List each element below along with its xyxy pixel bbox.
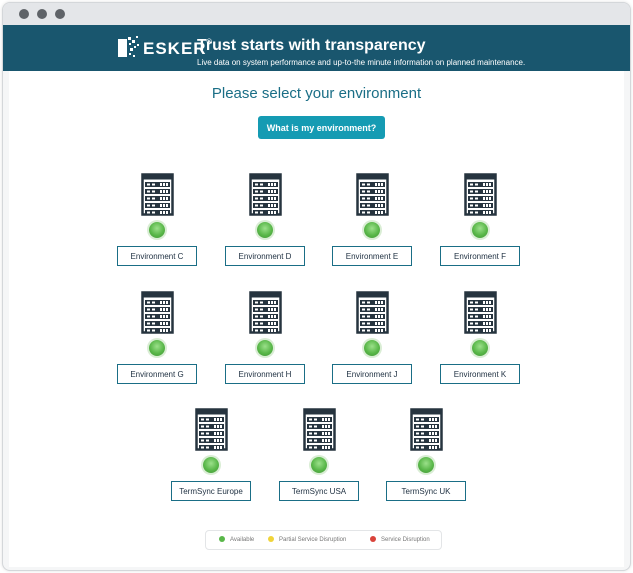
- status-available-icon: [149, 222, 165, 238]
- server-icon: [249, 291, 282, 334]
- esker-logo[interactable]: ESKER®: [115, 34, 212, 62]
- legend-label: Service Disruption: [381, 537, 430, 543]
- window-dot-icon[interactable]: [19, 9, 29, 19]
- environment-button[interactable]: Environment C: [117, 246, 197, 266]
- status-available-icon: [364, 340, 380, 356]
- status-available-icon: [203, 457, 219, 473]
- browser-window: ESKER® Trust starts with transparency Li…: [2, 2, 631, 571]
- legend-item-disruption: Service Disruption: [370, 531, 430, 549]
- status-available-icon: [257, 340, 273, 356]
- server-icon: [141, 291, 174, 334]
- environment-button[interactable]: TermSync USA: [279, 481, 359, 501]
- environment-button[interactable]: Environment E: [332, 246, 412, 266]
- server-icon: [356, 173, 389, 216]
- window-titlebar: [3, 3, 630, 25]
- status-available-icon: [364, 222, 380, 238]
- header-banner: ESKER® Trust starts with transparency Li…: [3, 25, 630, 71]
- environment-button[interactable]: Environment D: [225, 246, 305, 266]
- environment-button[interactable]: Environment K: [440, 364, 520, 384]
- environment-button[interactable]: Environment H: [225, 364, 305, 384]
- available-dot-icon: [219, 536, 225, 542]
- status-available-icon: [311, 457, 327, 473]
- legend-label: Partial Service Disruption: [279, 537, 347, 543]
- window-dot-icon[interactable]: [37, 9, 47, 19]
- page-title: Please select your environment: [211, 85, 422, 102]
- environment-button[interactable]: Environment F: [440, 246, 520, 266]
- banner-subtitle: Live data on system performance and up-t…: [197, 58, 526, 67]
- status-available-icon: [257, 222, 273, 238]
- server-icon: [464, 173, 497, 216]
- status-legend: Available Partial Service Disruption Ser…: [205, 530, 442, 550]
- window-dot-icon[interactable]: [55, 9, 65, 19]
- status-available-icon: [418, 457, 434, 473]
- esker-logo-mark-icon: [118, 36, 139, 57]
- server-icon: [249, 173, 282, 216]
- server-icon: [195, 408, 228, 451]
- legend-label: Available: [230, 537, 255, 543]
- server-icon: [141, 173, 174, 216]
- status-available-icon: [149, 340, 165, 356]
- server-icon: [356, 291, 389, 334]
- environment-button[interactable]: Environment G: [117, 364, 197, 384]
- what-is-my-environment-button[interactable]: What is my environment?: [258, 116, 385, 139]
- server-icon: [303, 408, 336, 451]
- environment-button[interactable]: TermSync UK: [386, 481, 466, 501]
- legend-item-partial: Partial Service Disruption: [268, 531, 346, 549]
- server-icon: [410, 408, 443, 451]
- status-available-icon: [472, 222, 488, 238]
- environment-button[interactable]: TermSync Europe: [171, 481, 251, 501]
- server-icon: [464, 291, 497, 334]
- status-available-icon: [472, 340, 488, 356]
- banner-title: Trust starts with transparency: [197, 37, 426, 54]
- legend-item-available: Available: [219, 531, 254, 549]
- main-content: Please select your environment What is m…: [9, 71, 624, 567]
- environment-button[interactable]: Environment J: [332, 364, 412, 384]
- disruption-dot-icon: [370, 536, 376, 542]
- partial-dot-icon: [268, 536, 274, 542]
